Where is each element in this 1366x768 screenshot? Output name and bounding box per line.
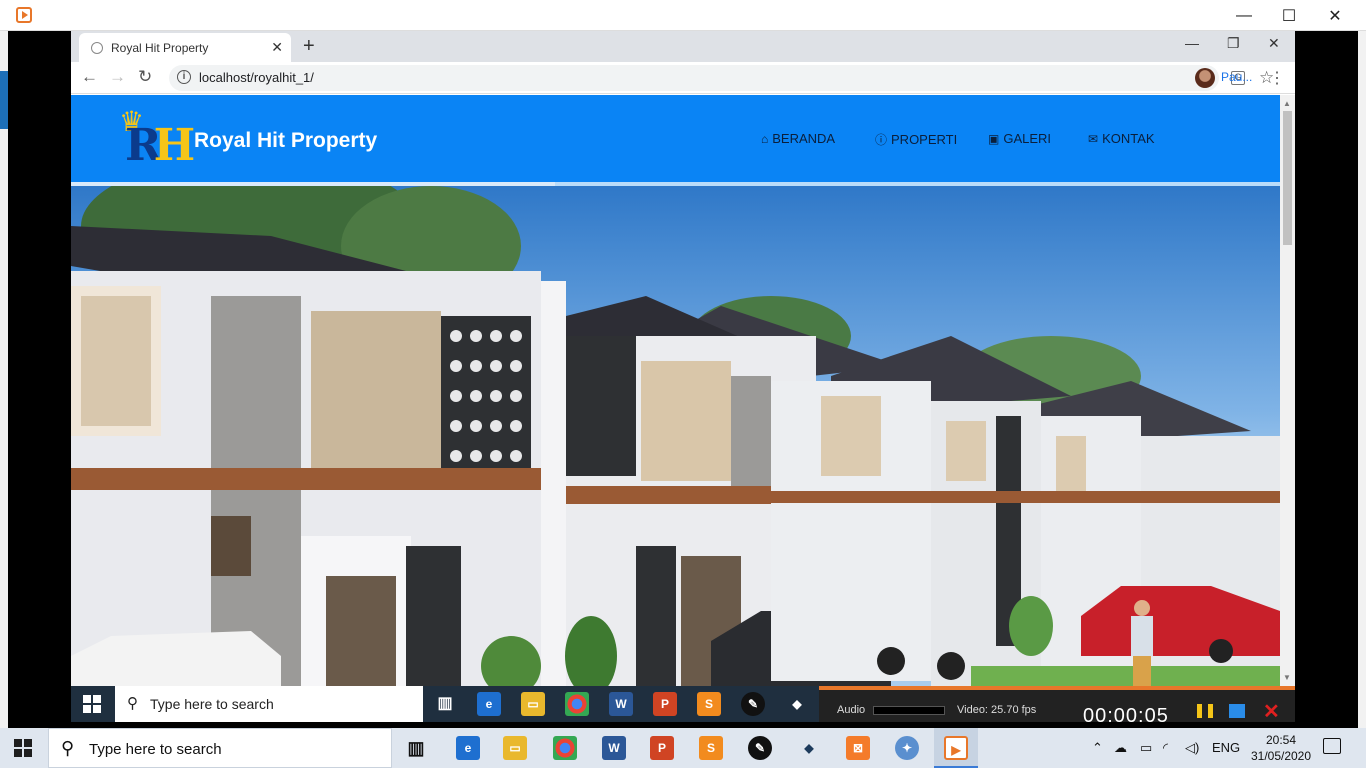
sublime-icon[interactable]: S xyxy=(699,736,723,760)
windows-start-icon[interactable] xyxy=(14,739,32,757)
recorder-close-icon[interactable]: ✕ xyxy=(1263,699,1280,724)
nav-label: BERANDA xyxy=(772,131,836,146)
scroll-up-icon[interactable]: ▲ xyxy=(1283,99,1291,108)
inkscape-icon[interactable]: ✎ xyxy=(741,692,765,716)
pause-icon[interactable] xyxy=(1197,704,1213,718)
edge-icon[interactable]: e xyxy=(456,736,480,760)
wifi-icon[interactable]: ◜ xyxy=(1163,740,1168,756)
browser-tab[interactable]: Royal Hit Property ✕ xyxy=(79,33,291,62)
audio-meter xyxy=(873,706,945,715)
tab-close-icon[interactable]: ✕ xyxy=(271,39,283,56)
new-tab-button[interactable]: + xyxy=(303,35,315,58)
site-header: ♛ RH Royal Hit Property ⌂ BERANDA ⓘ PROP… xyxy=(71,95,1280,182)
address-bar[interactable]: i localhost/royalhit_1/ G ☆ xyxy=(169,65,1274,91)
battery-icon[interactable]: ▭ xyxy=(1140,740,1152,756)
network-drive-icon[interactable]: ☁ xyxy=(1114,740,1127,756)
audio-label: Audio xyxy=(837,704,866,716)
app-arrow-icon[interactable]: ◆ xyxy=(785,692,809,716)
image-icon: ▣ xyxy=(988,131,1000,146)
xampp-icon[interactable]: ⊠ xyxy=(846,736,870,760)
chrome-icon[interactable] xyxy=(565,692,589,716)
nav-galeri[interactable]: ▣ GALERI xyxy=(988,131,1051,146)
windows-start-icon[interactable] xyxy=(83,695,101,713)
reload-icon[interactable]: ↻ xyxy=(138,67,152,87)
volume-icon[interactable]: ◁) xyxy=(1185,740,1199,756)
close-button[interactable]: ✕ xyxy=(1312,0,1358,31)
recorded-search-box[interactable]: ⚲ Type here to search xyxy=(115,686,423,722)
browser-toolbar: ← → ↻ i localhost/royalhit_1/ G ☆ Pau...… xyxy=(71,62,1295,94)
task-view-icon[interactable]: ▥ xyxy=(404,736,428,760)
home-icon: ⌂ xyxy=(761,131,769,146)
recorder-right-margin xyxy=(1358,31,1366,728)
recorder-app-icon[interactable]: ▶ xyxy=(944,736,968,760)
clock[interactable]: 20:54 31/05/2020 xyxy=(1246,732,1316,764)
powerpoint-icon[interactable]: P xyxy=(650,736,674,760)
profile-name[interactable]: Pau... xyxy=(1221,70,1252,84)
recorder-edge-accent xyxy=(0,71,8,129)
clock-time: 20:54 xyxy=(1265,733,1297,747)
townhouse-rendering xyxy=(71,186,1280,686)
notification-icon[interactable] xyxy=(1323,738,1341,754)
file-explorer-icon[interactable]: ▭ xyxy=(521,692,545,716)
word-icon[interactable]: W xyxy=(609,692,633,716)
tab-title: Royal Hit Property xyxy=(111,41,209,55)
scroll-down-icon[interactable]: ▼ xyxy=(1283,673,1291,682)
app-arrow-icon[interactable]: ◆ xyxy=(797,736,821,760)
file-explorer-icon[interactable]: ▭ xyxy=(503,736,527,760)
taskbar-search-box[interactable]: ⚲ Type here to search xyxy=(48,728,392,768)
browser-minimize-button[interactable]: — xyxy=(1185,35,1199,51)
chrome-icon[interactable] xyxy=(553,736,577,760)
site-logo[interactable]: ♛ RH xyxy=(119,108,195,171)
nav-beranda[interactable]: ⌂ BERANDA xyxy=(761,131,835,146)
recording-timer: 00:00:05 xyxy=(1083,705,1169,727)
word-icon[interactable]: W xyxy=(602,736,626,760)
video-fps: Video: 25.70 fps xyxy=(957,704,1037,716)
nav-kontak[interactable]: ✉ KONTAK xyxy=(1088,131,1155,146)
windows-taskbar: ⚲ Type here to search ▥ e ▭ W P S ✎ ◆ ⊠ … xyxy=(0,728,1366,768)
recorded-taskbar: ⚲ Type here to search ▥ e ▭ W P S ✎ ◆ Au… xyxy=(71,686,1295,727)
recorder-left-margin xyxy=(0,31,8,728)
paint-icon[interactable]: ✦ xyxy=(895,736,919,760)
menu-dots-icon[interactable]: ⋮ xyxy=(1269,68,1285,88)
search-placeholder: Type here to search xyxy=(89,741,222,758)
search-placeholder: Type here to search xyxy=(150,696,274,712)
back-arrow-icon[interactable]: ← xyxy=(81,67,98,87)
nav-label: GALERI xyxy=(1003,131,1052,146)
info-circle-icon: ⓘ xyxy=(875,133,888,147)
edge-icon[interactable]: e xyxy=(477,692,501,716)
profile-avatar[interactable] xyxy=(1195,68,1215,88)
search-icon: ⚲ xyxy=(127,695,138,712)
browser-window: Royal Hit Property ✕ + — ❐ ✕ ← → ↻ i loc… xyxy=(71,31,1295,686)
page-scrollbar[interactable]: ▲ ▼ xyxy=(1280,95,1295,686)
tab-strip: Royal Hit Property ✕ + — ❐ ✕ xyxy=(71,31,1295,62)
clock-date: 31/05/2020 xyxy=(1250,749,1312,763)
stop-icon[interactable] xyxy=(1229,704,1245,718)
browser-close-button[interactable]: ✕ xyxy=(1268,35,1280,52)
inkscape-icon[interactable]: ✎ xyxy=(748,736,772,760)
nav-label: KONTAK xyxy=(1102,131,1155,146)
search-icon: ⚲ xyxy=(61,738,75,758)
task-view-icon[interactable]: ▥ xyxy=(433,692,457,716)
browser-restore-button[interactable]: ❐ xyxy=(1227,35,1240,52)
scroll-thumb[interactable] xyxy=(1283,111,1292,245)
nav-label: PROPERTI xyxy=(891,132,958,147)
logo-letters: RH xyxy=(125,120,195,171)
nav-properti[interactable]: ⓘ PROPERTI xyxy=(875,131,957,148)
hero-slide xyxy=(71,186,1280,686)
forward-arrow-icon[interactable]: → xyxy=(109,67,126,87)
info-icon[interactable]: i xyxy=(177,70,191,84)
minimize-button[interactable]: — xyxy=(1221,0,1267,31)
brand-name[interactable]: Royal Hit Property xyxy=(194,129,377,153)
recorder-titlebar: — ☐ ✕ xyxy=(0,0,1366,31)
url-text[interactable]: localhost/royalhit_1/ xyxy=(199,70,314,85)
tray-chevron-icon[interactable]: ⌃ xyxy=(1092,740,1103,756)
recorder-app-icon xyxy=(16,7,32,23)
sublime-icon[interactable]: S xyxy=(697,692,721,716)
powerpoint-icon[interactable]: P xyxy=(653,692,677,716)
maximize-button[interactable]: ☐ xyxy=(1266,0,1312,31)
envelope-icon: ✉ xyxy=(1088,131,1099,146)
language-indicator[interactable]: ENG xyxy=(1212,740,1240,755)
recorder-control-panel: Audio Video: 25.70 fps 00:00:05 ✕ xyxy=(819,686,1295,727)
globe-icon xyxy=(91,42,103,54)
